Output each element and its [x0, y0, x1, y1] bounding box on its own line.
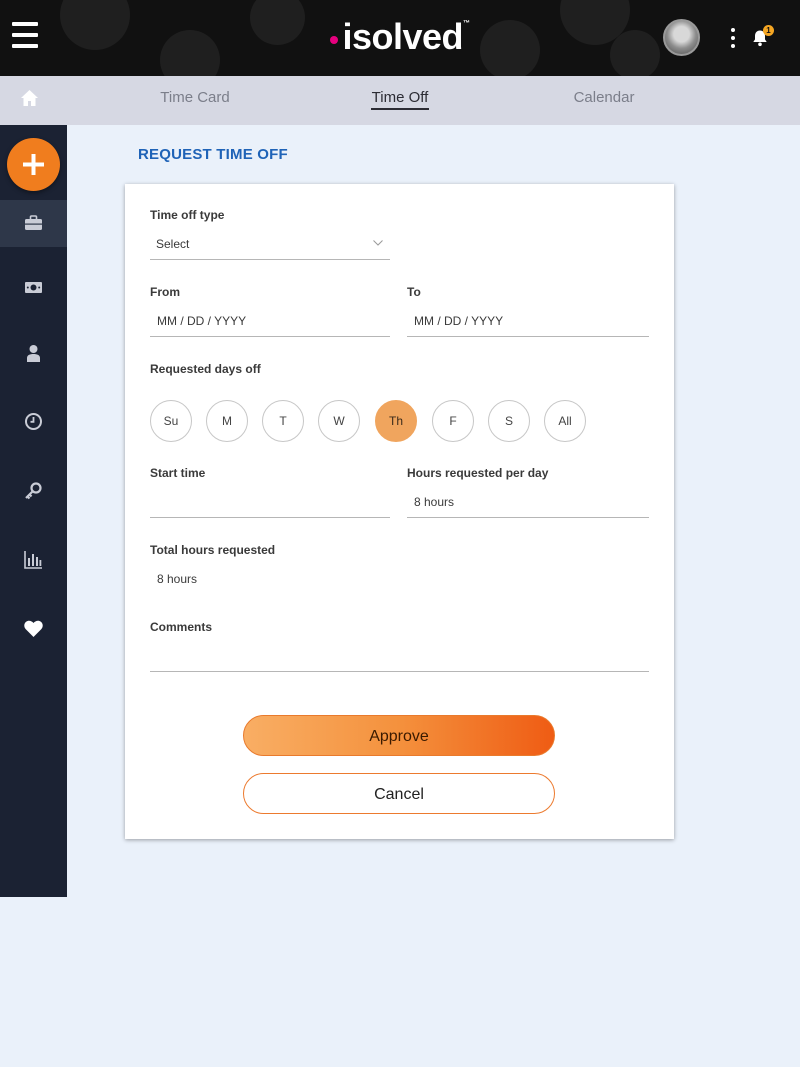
- logo-trademark: ™: [463, 20, 470, 27]
- total-hours-value: 8 hours: [157, 572, 198, 586]
- tab-calendar[interactable]: Calendar: [572, 89, 636, 106]
- cancel-button[interactable]: Cancel: [243, 773, 555, 814]
- hours-per-day-label: Hours requested per day: [407, 466, 549, 480]
- notification-badge: 1: [763, 25, 774, 36]
- to-label: To: [407, 285, 421, 299]
- bar-chart-icon[interactable]: [23, 549, 44, 570]
- day-toggle-thursday[interactable]: Th: [375, 400, 417, 442]
- day-toggle-tuesday[interactable]: T: [262, 400, 304, 442]
- money-icon[interactable]: [23, 277, 44, 298]
- clock-icon[interactable]: [23, 411, 44, 432]
- key-icon[interactable]: [23, 480, 44, 501]
- home-icon[interactable]: [20, 89, 39, 107]
- day-toggle-sunday[interactable]: Su: [150, 400, 192, 442]
- day-toggle-saturday[interactable]: S: [488, 400, 530, 442]
- tab-time-card[interactable]: Time Card: [160, 89, 230, 106]
- chevron-down-icon[interactable]: [373, 240, 383, 246]
- hours-per-day-input[interactable]: 8 hours: [414, 495, 454, 509]
- to-date-underline: [407, 336, 649, 337]
- from-label: From: [150, 285, 180, 299]
- total-hours-label: Total hours requested: [150, 543, 276, 557]
- time-off-type-underline: [150, 259, 390, 260]
- heart-icon[interactable]: [23, 618, 44, 639]
- day-toggle-friday[interactable]: F: [432, 400, 474, 442]
- day-toggle-monday[interactable]: M: [206, 400, 248, 442]
- comments-label: Comments: [150, 620, 213, 634]
- more-options-icon[interactable]: [728, 28, 738, 48]
- approve-button[interactable]: Approve: [243, 715, 555, 756]
- requested-days-label: Requested days off: [150, 362, 261, 376]
- plus-icon: [23, 154, 44, 175]
- person-icon[interactable]: [23, 343, 44, 364]
- tab-time-off[interactable]: Time Off: [368, 89, 432, 106]
- logo-dot: [330, 36, 339, 44]
- top-bar: isolved™ 1: [0, 0, 800, 76]
- page-title: REQUEST TIME OFF: [138, 146, 288, 163]
- briefcase-icon[interactable]: [23, 213, 44, 234]
- time-off-type-label: Time off type: [150, 208, 225, 222]
- day-toggle-all[interactable]: All: [544, 400, 586, 442]
- from-date-underline: [150, 336, 390, 337]
- start-time-label: Start time: [150, 466, 206, 480]
- active-tab-indicator: [371, 108, 429, 110]
- day-toggle-wednesday[interactable]: W: [318, 400, 360, 442]
- add-button[interactable]: [7, 138, 60, 191]
- logo-text: isolved: [342, 16, 464, 57]
- from-date-input[interactable]: MM / DD / YYYY: [157, 314, 246, 328]
- hours-per-day-underline: [407, 517, 649, 518]
- to-date-input[interactable]: MM / DD / YYYY: [414, 314, 503, 328]
- comments-underline: [150, 671, 649, 672]
- avatar[interactable]: [663, 19, 700, 56]
- start-time-underline: [150, 517, 390, 518]
- comments-input[interactable]: [157, 649, 647, 667]
- time-off-type-select[interactable]: Select: [156, 237, 189, 251]
